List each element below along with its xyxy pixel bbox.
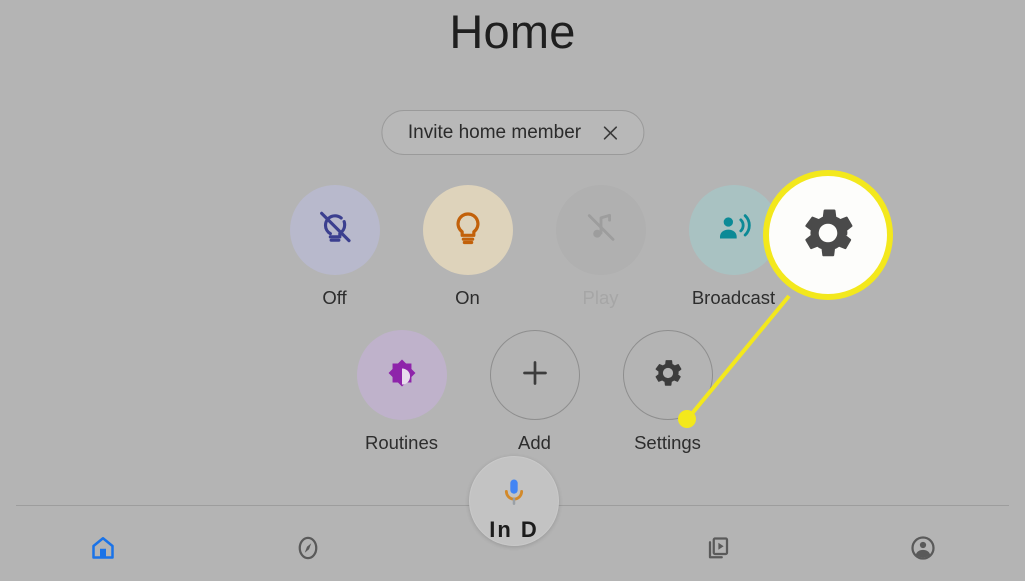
quick-action-play-label: Play (582, 287, 619, 308)
plus-icon (518, 356, 552, 395)
broadcast-person-icon (714, 208, 754, 253)
quick-action-settings-label: Settings (634, 432, 701, 453)
quick-action-add-label: Add (518, 432, 551, 453)
media-play-icon (703, 533, 733, 568)
lightbulb-on-icon (448, 208, 488, 253)
fab-clipped-label: In D (489, 517, 539, 542)
assistant-fab[interactable]: In D (469, 456, 559, 546)
gear-icon (651, 356, 685, 395)
quick-action-add[interactable]: Add (468, 330, 601, 454)
routines-bubble[interactable] (356, 330, 447, 420)
microphone-icon (497, 479, 531, 514)
compass-icon (293, 533, 323, 568)
quick-action-routines-label: Routines (364, 432, 438, 453)
music-note-off-icon (582, 209, 620, 252)
quick-action-broadcast-label: Broadcast (691, 287, 776, 308)
quick-action-settings[interactable]: Settings (601, 330, 734, 454)
quick-action-off[interactable]: Off (268, 185, 401, 309)
quick-action-off-label: Off (322, 287, 347, 308)
lightbulb-off-icon (315, 208, 355, 253)
page-title: Home (449, 5, 576, 58)
add-bubble[interactable] (489, 330, 580, 420)
account-circle-icon (908, 533, 938, 568)
nav-item-media[interactable] (615, 519, 820, 581)
settings-bubble[interactable] (622, 330, 713, 420)
on-bubble[interactable] (422, 185, 513, 275)
invite-home-member-chip[interactable]: Invite home member (380, 110, 645, 155)
brightness-star-icon (381, 352, 423, 399)
off-bubble[interactable] (289, 185, 380, 275)
gear-icon (797, 202, 859, 269)
quick-actions-row-1: Off On Play Broadcast (268, 185, 800, 309)
nav-item-account[interactable] (820, 519, 1025, 581)
home-icon (88, 533, 118, 568)
quick-action-routines[interactable]: Routines (335, 330, 468, 454)
google-home-app-screen: Home Invite home member Off On Play Broa… (0, 0, 1025, 581)
quick-action-on-label: On (455, 287, 480, 308)
play-bubble[interactable] (555, 185, 646, 275)
quick-action-play[interactable]: Play (534, 185, 667, 309)
close-icon[interactable] (599, 122, 621, 144)
nav-item-home[interactable] (0, 519, 205, 581)
invite-chip-label: Invite home member (407, 121, 582, 143)
quick-actions-row-2: Routines Add Settings (335, 330, 734, 454)
quick-action-on[interactable]: On (401, 185, 534, 309)
settings-highlight-callout[interactable] (763, 170, 893, 300)
nav-item-explore[interactable] (205, 519, 410, 581)
